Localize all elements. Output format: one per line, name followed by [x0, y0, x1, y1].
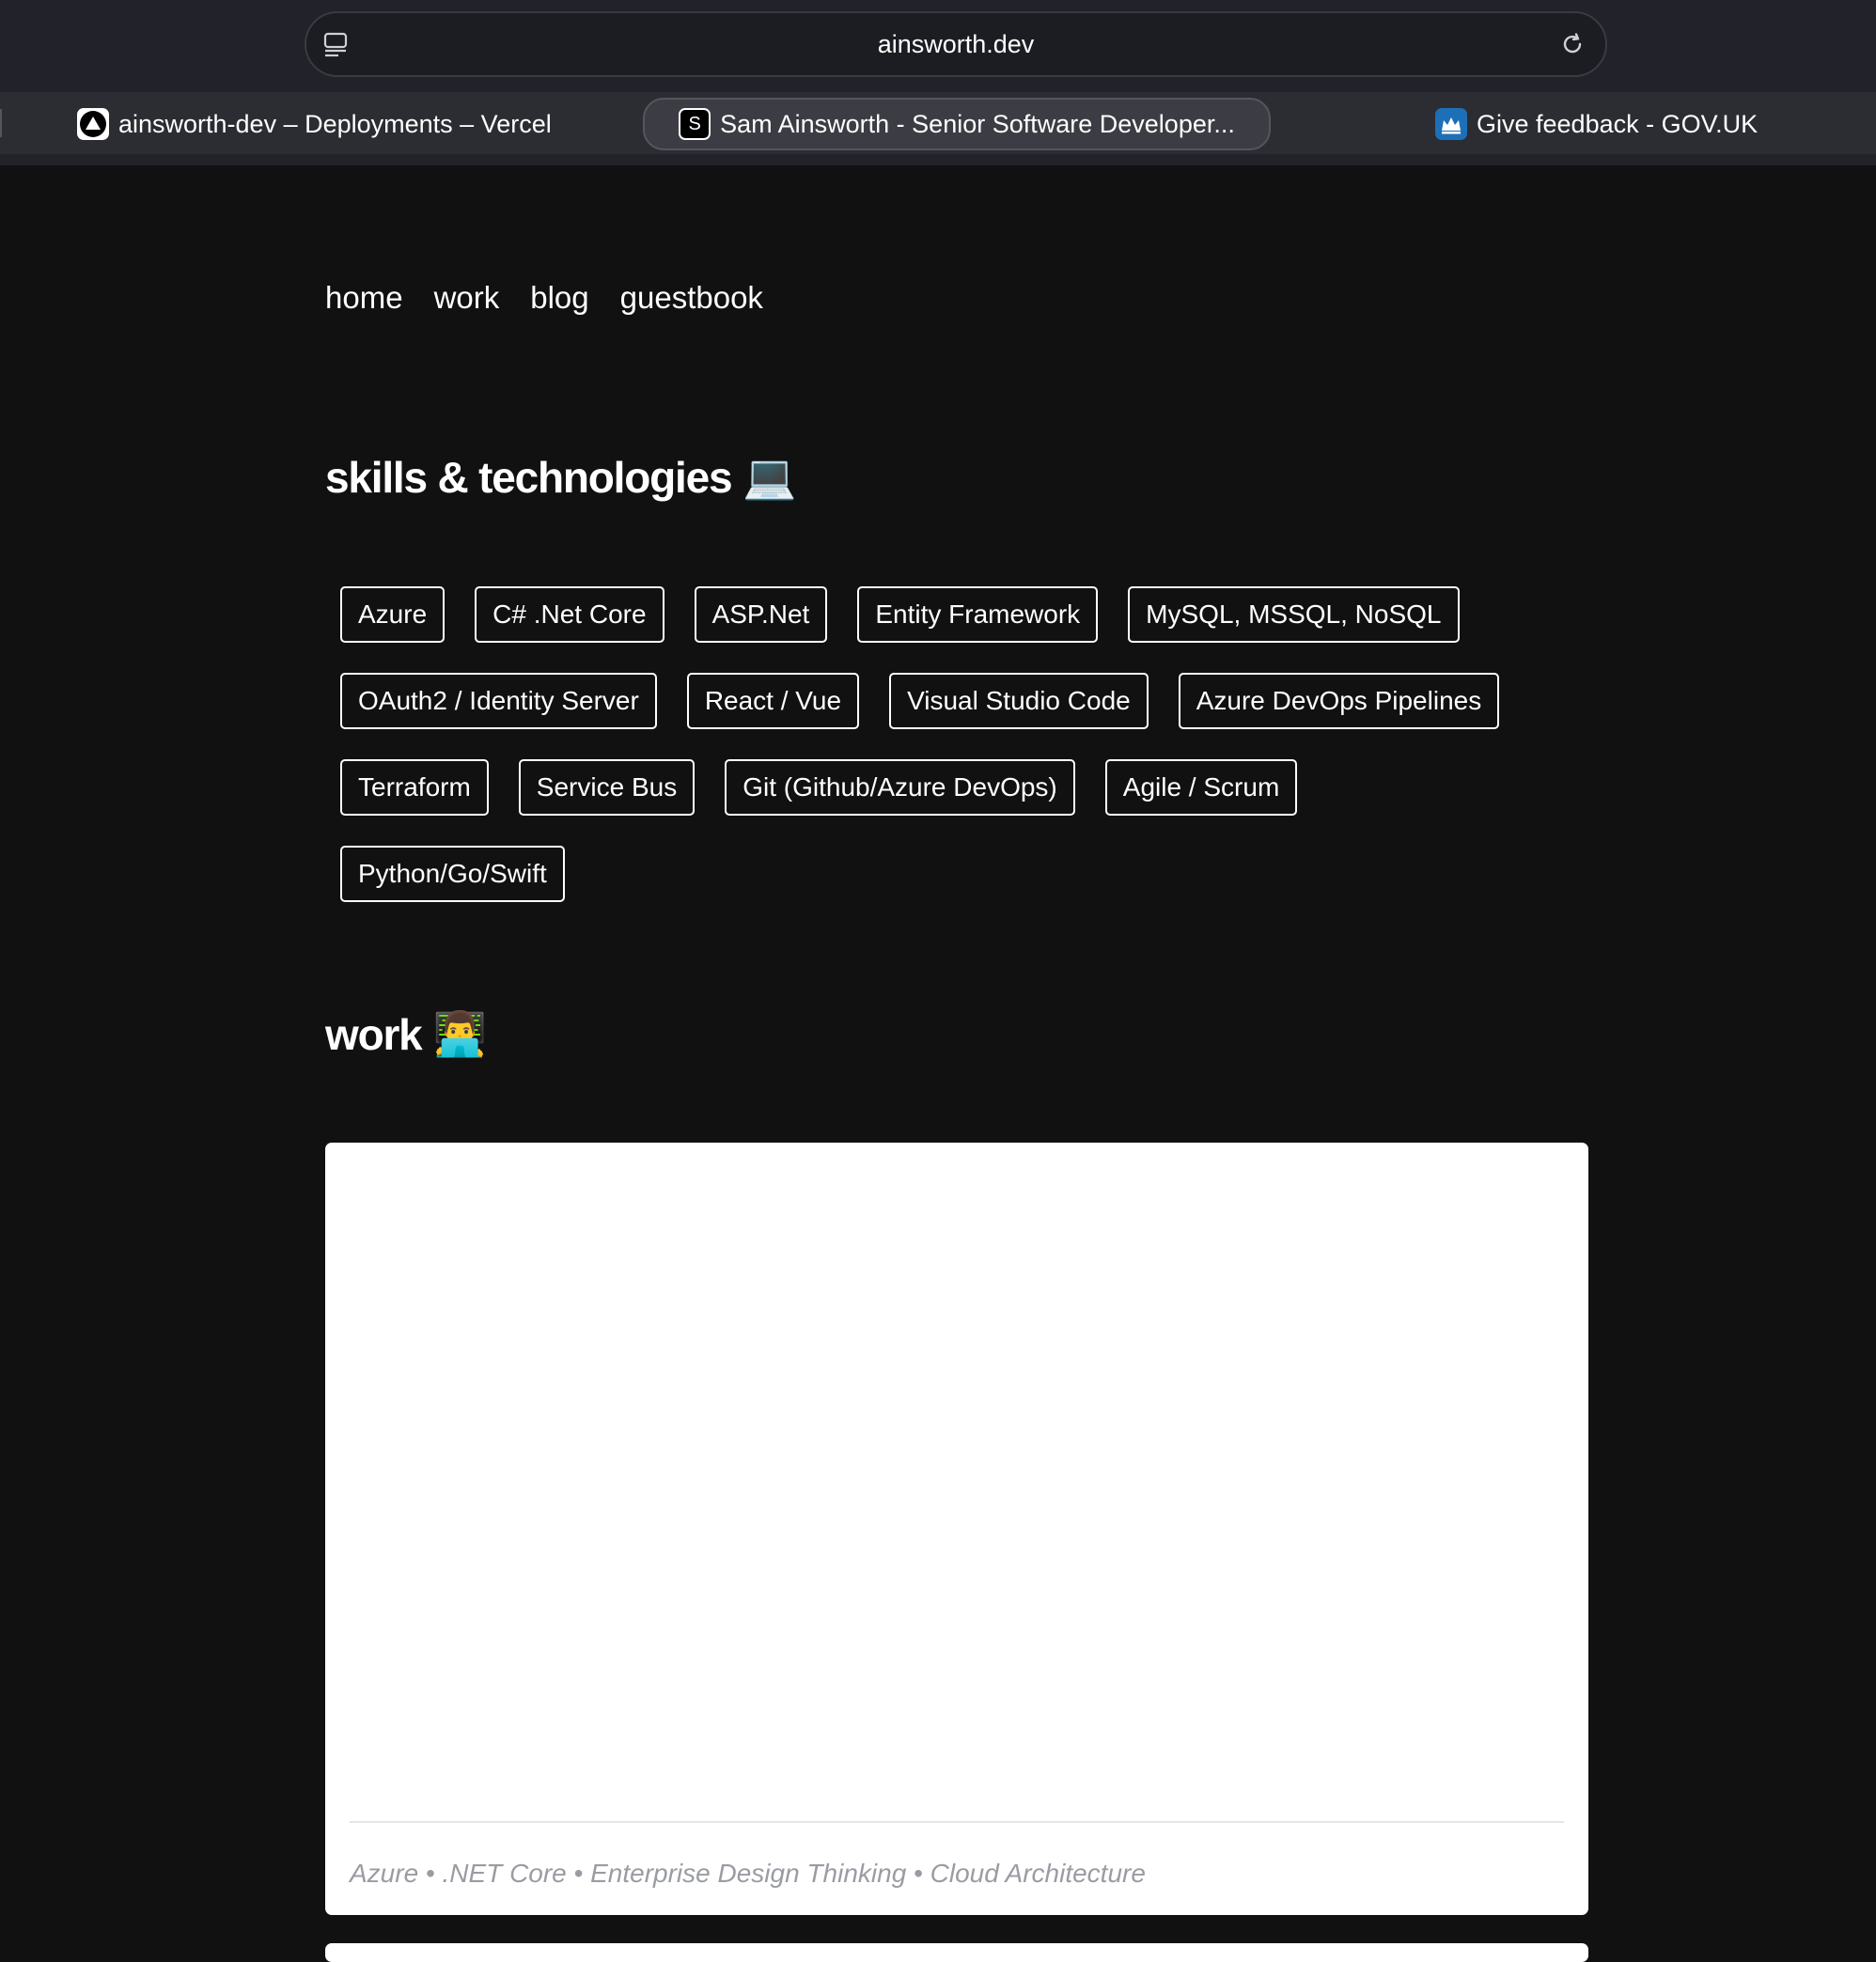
skill-row: Python/Go/Swift: [340, 846, 1562, 902]
reload-icon[interactable]: [1558, 30, 1587, 58]
work-card-tags: Azure • .NET Core • Enterprise Design Th…: [350, 1859, 1146, 1888]
work-card[interactable]: Azure • .NET Core • Enterprise Design Th…: [325, 1143, 1588, 1915]
skill-chip: C# .Net Core: [475, 586, 664, 643]
work-heading-text: work: [325, 1009, 423, 1059]
tab-title: Sam Ainsworth - Senior Software Develope…: [720, 109, 1235, 138]
laptop-emoji-icon: 💻: [743, 452, 796, 501]
card-divider: [350, 1821, 1564, 1823]
skills-heading: skills & technologies 💻: [325, 451, 797, 503]
govuk-crown-icon: [1435, 108, 1467, 140]
tab-govuk[interactable]: Give feedback - GOV.UK: [1435, 98, 1758, 150]
browser-chrome: ainsworth.dev ainsworth-dev – Deployment…: [0, 0, 1876, 165]
tab-strip: ainsworth-dev – Deployments – Vercel S S…: [0, 92, 1876, 154]
skill-chip: Entity Framework: [857, 586, 1099, 643]
skill-chip: OAuth2 / Identity Server: [340, 673, 657, 729]
site-s-icon: S: [679, 108, 711, 140]
tab-title: Give feedback - GOV.UK: [1477, 109, 1759, 138]
nav-home[interactable]: home: [325, 280, 403, 316]
skill-row: Azure C# .Net Core ASP.Net Entity Framew…: [340, 586, 1562, 643]
skill-chip: Azure: [340, 586, 446, 643]
address-bar[interactable]: ainsworth.dev: [305, 11, 1607, 77]
skill-chip: Python/Go/Swift: [340, 846, 565, 902]
skill-row: OAuth2 / Identity Server React / Vue Vis…: [340, 673, 1562, 729]
main-nav: home work blog guestbook: [325, 280, 763, 316]
tab-divider: [0, 109, 2, 137]
nav-guestbook[interactable]: guestbook: [620, 280, 763, 316]
tab-title: ainsworth-dev – Deployments – Vercel: [118, 109, 552, 138]
skills-list: Azure C# .Net Core ASP.Net Entity Framew…: [340, 586, 1562, 932]
url-text[interactable]: ainsworth.dev: [306, 13, 1605, 75]
skill-chip: MySQL, MSSQL, NoSQL: [1128, 586, 1460, 643]
skill-chip: Agile / Scrum: [1104, 759, 1298, 816]
skill-row: Terraform Service Bus Git (Github/Azure …: [340, 759, 1562, 816]
tab-vercel[interactable]: ainsworth-dev – Deployments – Vercel: [77, 98, 552, 150]
vercel-icon: [77, 108, 109, 140]
skill-chip: ASP.Net: [694, 586, 828, 643]
nav-work[interactable]: work: [434, 280, 500, 316]
skill-chip: Azure DevOps Pipelines: [1178, 673, 1500, 729]
skill-chip: Visual Studio Code: [889, 673, 1149, 729]
nav-blog[interactable]: blog: [530, 280, 588, 316]
skill-chip: Terraform: [340, 759, 489, 816]
work-card-next[interactable]: [325, 1943, 1588, 1962]
skill-chip: Service Bus: [518, 759, 696, 816]
technologist-emoji-icon: 👨‍💻: [432, 1009, 487, 1058]
tab-ainsworth[interactable]: S Sam Ainsworth - Senior Software Develo…: [643, 98, 1271, 150]
skill-chip: Git (Github/Azure DevOps): [725, 759, 1075, 816]
work-heading: work 👨‍💻: [325, 1008, 487, 1060]
skill-chip: React / Vue: [686, 673, 860, 729]
skills-heading-text: skills & technologies: [325, 452, 733, 502]
